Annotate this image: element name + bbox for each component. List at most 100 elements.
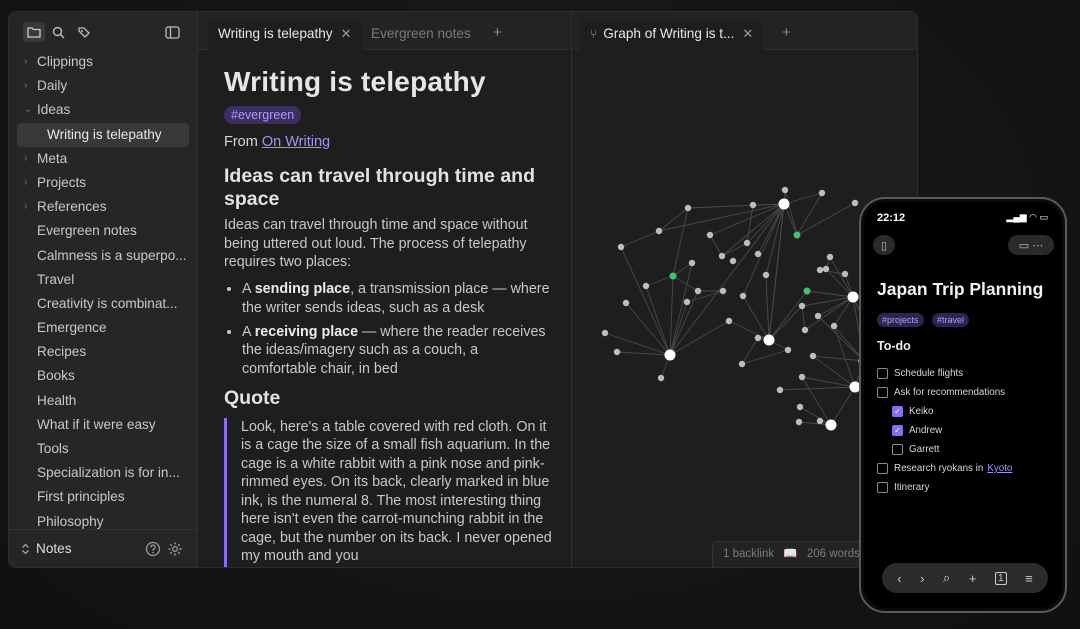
tabs-icon[interactable]: 1 — [995, 571, 1007, 585]
checkbox[interactable] — [877, 463, 888, 474]
graph-node[interactable] — [754, 334, 762, 342]
file-writing-is-telepathy[interactable]: Writing is telepathy — [17, 122, 189, 147]
graph-node[interactable] — [743, 239, 751, 247]
folder-daily[interactable]: › Daily — [9, 74, 197, 98]
graph-node[interactable] — [801, 326, 809, 334]
graph-node[interactable] — [738, 360, 746, 368]
folder-projects[interactable]: › Projects — [9, 171, 197, 195]
graph-node[interactable] — [825, 419, 837, 431]
graph-node[interactable] — [622, 299, 630, 307]
graph-node[interactable] — [826, 253, 834, 261]
graph-node[interactable] — [798, 373, 806, 381]
graph-node[interactable] — [617, 243, 625, 251]
phone-read-more-icons[interactable]: ▭ ⋯ — [1008, 235, 1054, 255]
file-what-if-easy[interactable]: What if it were easy — [9, 413, 197, 437]
graph-node[interactable] — [749, 201, 757, 209]
graph-node[interactable] — [778, 198, 790, 210]
tab-evergreen-notes[interactable]: Evergreen notes — [361, 21, 481, 49]
graph-node[interactable] — [664, 349, 676, 361]
tag-travel[interactable]: #travel — [931, 313, 969, 327]
todo-item[interactable]: ✓ Andrew — [877, 421, 1062, 440]
graph-node[interactable] — [754, 250, 762, 258]
folder-clippings[interactable]: › Clippings — [9, 50, 197, 74]
graph-node[interactable] — [725, 317, 733, 325]
graph-node[interactable] — [763, 334, 775, 346]
graph-node[interactable] — [816, 417, 824, 425]
todo-item[interactable]: ✓ Keiko — [877, 402, 1062, 421]
file-evergreen-notes[interactable]: Evergreen notes — [9, 219, 197, 243]
graph-node[interactable] — [657, 374, 665, 382]
tab-graph[interactable]: ⑂ Graph of Writing is t... ✕ — [580, 20, 764, 50]
graph-node[interactable] — [729, 257, 737, 265]
checkbox[interactable] — [877, 387, 888, 398]
file-specialization[interactable]: Specialization is for in... — [9, 461, 197, 485]
menu-icon[interactable]: ≡ — [1025, 571, 1033, 586]
kyoto-link[interactable]: Kyoto — [987, 463, 1012, 474]
graph-node[interactable] — [694, 287, 702, 295]
todo-item[interactable]: Research ryokans in Kyoto — [877, 459, 1062, 478]
new-tab-icon[interactable]: + — [782, 24, 791, 41]
graph-node[interactable] — [613, 348, 621, 356]
graph-node[interactable] — [655, 227, 663, 235]
graph-node[interactable] — [822, 265, 830, 273]
graph-node[interactable] — [795, 418, 803, 426]
graph-node[interactable] — [684, 204, 692, 212]
file-health[interactable]: Health — [9, 389, 197, 413]
todo-item[interactable]: Schedule flights — [877, 364, 1062, 383]
graph-node[interactable] — [818, 189, 826, 197]
phone-sidebar-icon[interactable]: ▯ — [873, 235, 895, 255]
graph-node[interactable] — [781, 186, 789, 194]
settings-icon[interactable] — [167, 541, 183, 557]
close-icon[interactable]: ✕ — [341, 26, 352, 41]
checkbox[interactable] — [877, 368, 888, 379]
graph-node[interactable] — [841, 270, 849, 278]
file-books[interactable]: Books — [9, 364, 197, 388]
checkbox[interactable] — [877, 482, 888, 493]
graph-node[interactable] — [776, 386, 784, 394]
file-recipes[interactable]: Recipes — [9, 340, 197, 364]
todo-item[interactable]: Garrett — [877, 440, 1062, 459]
folder-meta[interactable]: › Meta — [9, 147, 197, 171]
folder-ideas[interactable]: ⌄ Ideas — [9, 98, 197, 122]
graph-node[interactable] — [798, 302, 806, 310]
forward-icon[interactable]: › — [920, 571, 924, 586]
graph-node[interactable] — [739, 292, 747, 300]
search-icon[interactable] — [47, 22, 69, 42]
graph-node[interactable] — [796, 403, 804, 411]
tag-projects[interactable]: #projects — [877, 313, 924, 327]
folder-references[interactable]: › References — [9, 195, 197, 219]
graph-node[interactable] — [762, 271, 770, 279]
note-content[interactable]: Writing is telepathy #evergreen From On … — [224, 50, 556, 567]
tag-evergreen[interactable]: #evergreen — [224, 106, 302, 124]
graph-node[interactable] — [719, 287, 727, 295]
graph-node[interactable] — [642, 282, 650, 290]
back-icon[interactable]: ‹ — [897, 571, 901, 586]
graph-node[interactable] — [830, 322, 838, 330]
new-tab-icon[interactable]: + — [493, 24, 502, 41]
vault-switcher[interactable]: Notes — [9, 529, 197, 567]
tab-writing-is-telepathy[interactable]: Writing is telepathy ✕ — [208, 20, 362, 50]
graph-node[interactable] — [784, 346, 792, 354]
new-note-icon[interactable]: + — [969, 571, 977, 586]
graph-node[interactable] — [814, 312, 822, 320]
graph-node[interactable] — [793, 231, 801, 239]
file-calmness[interactable]: Calmness is a superpo... — [9, 244, 197, 268]
file-tools[interactable]: Tools — [9, 437, 197, 461]
checkbox-checked[interactable]: ✓ — [892, 406, 903, 417]
file-first-principles[interactable]: First principles — [9, 485, 197, 509]
close-icon[interactable]: ✕ — [742, 26, 753, 41]
sidebar-toggle-icon[interactable] — [161, 22, 183, 42]
graph-node[interactable] — [803, 287, 811, 295]
file-creativity[interactable]: Creativity is combinat... — [9, 292, 197, 316]
graph-node[interactable] — [601, 329, 609, 337]
backlink-count[interactable]: 1 backlink — [723, 548, 774, 560]
graph-node[interactable] — [809, 352, 817, 360]
bookmark-icon[interactable] — [73, 22, 95, 42]
search-icon[interactable]: ⌕ — [943, 570, 950, 586]
checkbox-checked[interactable]: ✓ — [892, 425, 903, 436]
help-icon[interactable] — [145, 541, 161, 557]
graph-node[interactable] — [669, 272, 677, 280]
graph-node[interactable] — [706, 231, 714, 239]
graph-node[interactable] — [816, 266, 824, 274]
graph-node[interactable] — [688, 259, 696, 267]
